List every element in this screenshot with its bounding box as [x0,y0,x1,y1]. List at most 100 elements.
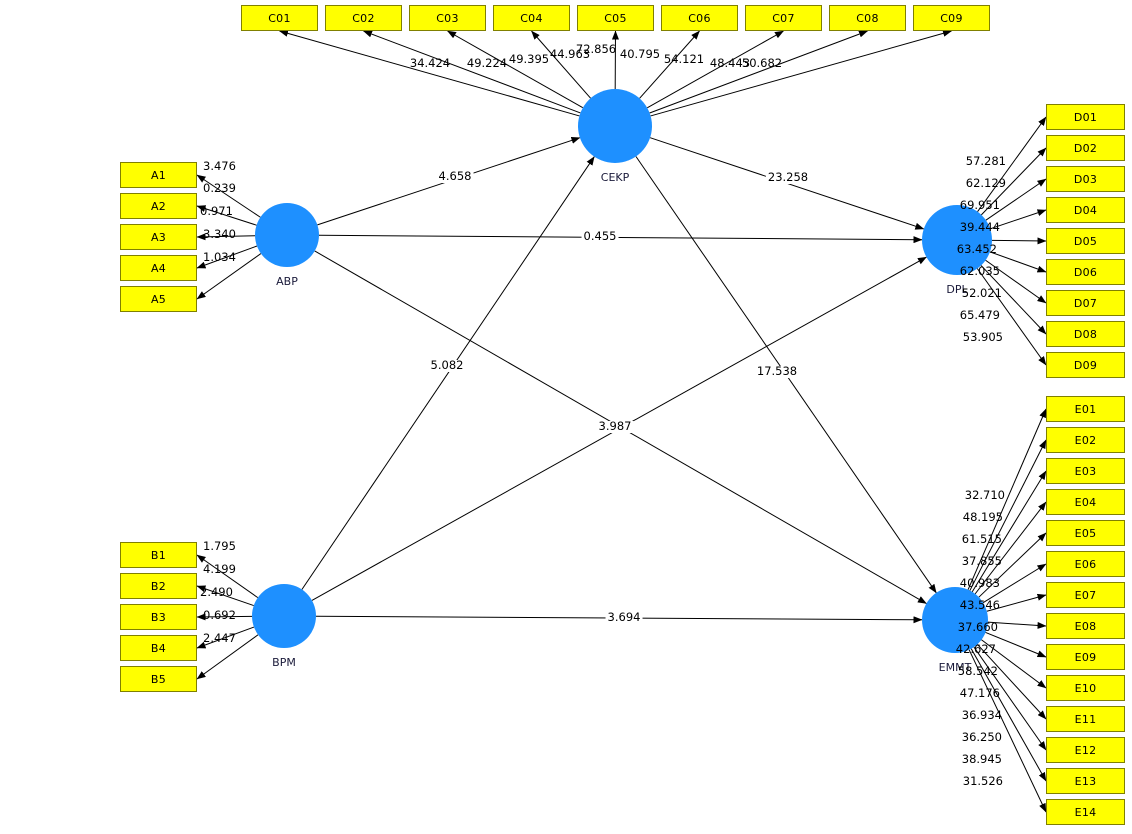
indicator-box-e14[interactable]: E14 [1046,799,1125,825]
indicator-box-c09[interactable]: C09 [913,5,990,31]
indicator-box-b3[interactable]: B3 [120,604,197,630]
loading-value-e08: 42.627 [955,642,996,656]
indicator-box-c01[interactable]: C01 [241,5,318,31]
loading-value-e10: 47.176 [959,686,1000,700]
indicator-box-c04[interactable]: C04 [493,5,570,31]
indicator-box-e03[interactable]: E03 [1046,458,1125,484]
indicator-label: E09 [1074,650,1097,664]
loading-value-e07: 37.660 [957,620,998,634]
indicator-box-d03[interactable]: D03 [1046,166,1125,192]
measurement-arrow-c01 [279,29,580,117]
loading-value-e01: 32.710 [964,488,1005,502]
loading-value-a2: 0.239 [203,181,236,195]
indicator-box-e01[interactable]: E01 [1046,396,1125,422]
indicator-box-d05[interactable]: D05 [1046,228,1125,254]
indicator-box-d08[interactable]: D08 [1046,321,1125,347]
indicator-box-e08[interactable]: E08 [1046,613,1125,639]
loading-value-c09: 50.682 [741,56,783,70]
loading-value-a4: 3.340 [203,227,236,241]
indicator-box-a1[interactable]: A1 [120,162,197,188]
indicator-label: E12 [1074,743,1097,757]
loading-value-e06: 43.546 [959,598,1000,612]
indicator-label: E06 [1074,557,1097,571]
indicator-box-a2[interactable]: A2 [120,193,197,219]
indicator-box-d07[interactable]: D07 [1046,290,1125,316]
construct-node-abp[interactable] [255,203,319,267]
indicator-box-e04[interactable]: E04 [1046,489,1125,515]
indicator-box-e05[interactable]: E05 [1046,520,1125,546]
indicator-box-e12[interactable]: E12 [1046,737,1125,763]
measurement-arrow-c08 [649,30,868,114]
path-coefficient-abp-emmt: 3.987 [596,419,634,433]
indicator-box-c07[interactable]: C07 [745,5,822,31]
indicator-box-e06[interactable]: E06 [1046,551,1125,577]
construct-node-bpm[interactable] [252,584,316,648]
path-coefficient-cekp-dpl: 23.258 [765,170,811,184]
loading-value-d04: 39.444 [959,220,1000,234]
loading-value-d07: 52.021 [961,286,1002,300]
indicator-label: D04 [1073,203,1098,217]
indicator-box-c05[interactable]: C05 [577,5,654,31]
indicator-label: B5 [150,672,167,686]
indicator-label: A2 [150,199,167,213]
loading-value-d02: 62.129 [965,176,1006,190]
indicator-label: E05 [1074,526,1097,540]
indicator-box-e13[interactable]: E13 [1046,768,1125,794]
loading-value-b1: 1.795 [203,539,236,553]
loading-value-d03: 69.951 [959,198,1000,212]
loading-value-e02: 48.195 [962,510,1003,524]
indicator-label: D05 [1073,234,1098,248]
indicator-label: D06 [1073,265,1098,279]
indicator-label: E10 [1074,681,1097,695]
indicator-box-c02[interactable]: C02 [325,5,402,31]
indicator-box-c08[interactable]: C08 [829,5,906,31]
indicator-label: A4 [150,261,167,275]
construct-label-cekp: CEKP [600,171,630,184]
sem-path-diagram-canvas: A1 A2 A3 A4 A5 B1 B2 B3 B4 B5 C01 C02 C03 C04 C05 C06 C0… [0,0,1132,834]
loading-value-c07: 54.121 [663,52,705,66]
indicator-box-a4[interactable]: A4 [120,255,197,281]
indicator-box-e11[interactable]: E11 [1046,706,1125,732]
indicator-label: E02 [1074,433,1097,447]
indicator-box-c03[interactable]: C03 [409,5,486,31]
indicator-box-d01[interactable]: D01 [1046,104,1125,130]
indicator-box-b5[interactable]: B5 [120,666,197,692]
loading-value-d05: 63.452 [956,242,997,256]
indicator-box-b4[interactable]: B4 [120,635,197,661]
indicator-box-e02[interactable]: E02 [1046,427,1125,453]
indicator-box-d04[interactable]: D04 [1046,197,1125,223]
indicator-label: B4 [150,641,167,655]
loading-value-b3: 2.490 [200,585,233,599]
indicator-box-c06[interactable]: C06 [661,5,738,31]
construct-label-abp: ABP [276,275,298,288]
indicator-box-a3[interactable]: A3 [120,224,197,250]
measurement-arrow-d05 [991,237,1047,245]
indicator-box-e07[interactable]: E07 [1046,582,1125,608]
loading-value-c01: 34.424 [409,56,451,70]
indicator-box-d06[interactable]: D06 [1046,259,1125,285]
indicator-label: D08 [1073,327,1098,341]
indicator-box-e09[interactable]: E09 [1046,644,1125,670]
indicator-label: E14 [1074,805,1097,819]
construct-node-cekp[interactable] [578,89,652,163]
indicator-box-b2[interactable]: B2 [120,573,197,599]
indicator-label: B1 [150,548,167,562]
loading-value-c05: 72.856 [575,42,617,56]
loading-value-e09: 58.542 [957,664,998,678]
loading-value-c02: 49.224 [466,56,508,70]
loading-value-e13: 38.945 [961,752,1002,766]
loading-value-a3: 0.971 [200,204,233,218]
indicator-box-d02[interactable]: D02 [1046,135,1125,161]
loading-value-d08: 65.479 [959,308,1000,322]
indicator-box-b1[interactable]: B1 [120,542,197,568]
path-abp-to-dpl [318,234,923,244]
indicator-label: C07 [772,11,795,25]
indicator-box-d09[interactable]: D09 [1046,352,1125,378]
loading-value-c03: 49.395 [508,52,550,66]
indicator-box-e10[interactable]: E10 [1046,675,1125,701]
indicator-box-a5[interactable]: A5 [120,286,197,312]
indicator-label: D09 [1073,358,1098,372]
measurement-arrow-c09 [650,29,952,117]
indicator-label: A1 [150,168,167,182]
loading-value-a1: 3.476 [203,159,236,173]
